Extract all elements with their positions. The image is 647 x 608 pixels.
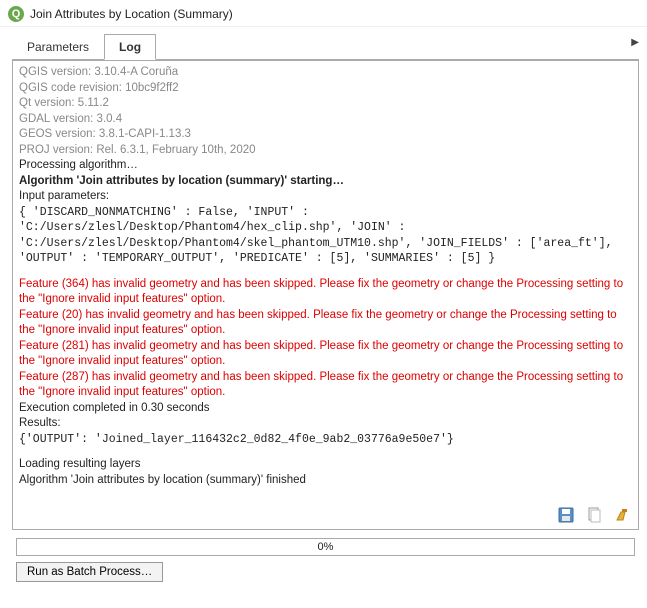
processing-line: Processing algorithm…: [19, 158, 632, 174]
error-line: Feature (364) has invalid geometry and h…: [19, 277, 632, 308]
copy-log-icon[interactable]: [584, 505, 604, 525]
version-line: GEOS version: 3.8.1-CAPI-1.13.3: [19, 127, 632, 143]
log-output: QGIS version: 3.10.4-A Coruña QGIS code …: [12, 60, 639, 530]
loading-line: Loading resulting layers: [19, 457, 632, 473]
progress-bar: 0%: [16, 538, 635, 556]
run-batch-button[interactable]: Run as Batch Process…: [16, 562, 163, 582]
progress-text: 0%: [318, 541, 334, 553]
titlebar: Q Join Attributes by Location (Summary): [0, 0, 647, 27]
results-header: Results:: [19, 416, 632, 432]
results-body: {'OUTPUT': 'Joined_layer_116432c2_0d82_4…: [19, 432, 632, 448]
input-params: { 'DISCARD_NONMATCHING' : False, 'INPUT'…: [19, 205, 632, 267]
algorithm-start: Algorithm 'Join attributes by location (…: [19, 174, 632, 190]
input-header: Input parameters:: [19, 189, 632, 205]
save-log-icon[interactable]: [556, 505, 576, 525]
log-toolbar: [556, 505, 632, 525]
window-title: Join Attributes by Location (Summary): [30, 7, 233, 21]
exec-time: Execution completed in 0.30 seconds: [19, 401, 632, 417]
error-line: Feature (281) has invalid geometry and h…: [19, 339, 632, 370]
qgis-icon: Q: [8, 6, 24, 22]
version-line: QGIS version: 3.10.4-A Coruña: [19, 65, 632, 81]
version-line: Qt version: 5.11.2: [19, 96, 632, 112]
finished-line: Algorithm 'Join attributes by location (…: [19, 473, 632, 489]
error-line: Feature (20) has invalid geometry and ha…: [19, 308, 632, 339]
tabs: Parameters Log ▶: [12, 33, 639, 60]
clear-log-icon[interactable]: [612, 505, 632, 525]
version-line: QGIS code revision: 10bc9f2ff2: [19, 81, 632, 97]
error-line: Feature (287) has invalid geometry and h…: [19, 370, 632, 401]
version-line: PROJ version: Rel. 6.3.1, February 10th,…: [19, 143, 632, 159]
tabs-overflow-arrow[interactable]: ▶: [631, 37, 639, 48]
tab-log[interactable]: Log: [104, 34, 156, 60]
version-line: GDAL version: 3.0.4: [19, 112, 632, 128]
tab-parameters[interactable]: Parameters: [12, 34, 104, 60]
